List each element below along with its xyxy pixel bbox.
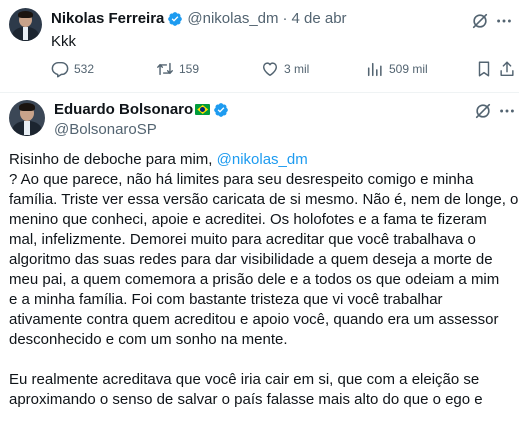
retweet-button[interactable]: 159 — [156, 60, 199, 78]
tweet-line: mal, infelizmente. Demorei muito para ac… — [9, 231, 476, 248]
tweet-line: desconhecido e com um sonho na mente. — [9, 331, 288, 348]
more-icon[interactable] — [495, 12, 513, 30]
tweet-date[interactable]: 4 de abr — [292, 10, 347, 27]
tweet-actions: 532 159 3 mil 509 mil — [51, 60, 514, 82]
tweet-line: aproximando o senso de salvar o país fal… — [9, 391, 483, 408]
retweet-count: 159 — [179, 62, 200, 76]
mention-link[interactable]: @nikolas_dm — [217, 151, 308, 168]
tweet-line: meu pai, a quem comemora a prisão dele e… — [9, 271, 500, 288]
reply-count: 532 — [74, 62, 95, 76]
display-name-main[interactable]: Eduardo Bolsonaro — [54, 101, 193, 118]
separator-dot: · — [282, 10, 288, 27]
like-icon — [262, 62, 278, 77]
like-count: 3 mil — [284, 62, 310, 76]
share-button[interactable] — [498, 60, 519, 78]
handle[interactable]: @nikolas_dm — [187, 10, 278, 27]
tweet-line: e a minha família. Foi com bastante tris… — [9, 291, 443, 308]
views-button[interactable]: 509 mil — [366, 60, 428, 78]
tweet-line: ? Ao que parece, não há limites para seu… — [9, 171, 474, 188]
views-count: 509 mil — [389, 62, 428, 76]
tweet-line: menino que conheci, apoie e acreditei. O… — [9, 211, 487, 228]
grok-icon[interactable] — [471, 12, 489, 30]
retweet-icon — [157, 62, 173, 76]
avatar-eduardo[interactable] — [9, 100, 45, 136]
tweet-body: Risinho de deboche para mim, @nikolas_dm… — [9, 150, 519, 410]
display-name[interactable]: Nikolas Ferreira — [51, 10, 164, 27]
tweet-line: ativamente contra quem acreditou e apoio… — [9, 311, 499, 328]
handle-main[interactable]: @BolsonaroSP — [54, 121, 157, 138]
reply-button[interactable]: 532 — [51, 60, 94, 78]
share-icon — [500, 61, 514, 77]
tweet-text: Kkk — [51, 33, 77, 50]
tweet-nikolas[interactable]: Nikolas Ferreira @nikolas_dm · 4 de abr … — [0, 0, 519, 93]
bookmark-icon — [478, 61, 490, 77]
tweet-line: Risinho de deboche para mim, @nikolas_dm — [9, 151, 308, 168]
verified-badge-icon — [214, 102, 229, 117]
bookmark-button[interactable] — [475, 60, 498, 78]
tweet-line: algoritmo das suas redes para dar visibi… — [9, 251, 493, 268]
tweet-line: Eu realmente acreditava que você iria ca… — [9, 371, 480, 388]
like-button[interactable]: 3 mil — [261, 60, 309, 78]
tweet-line: família. Triste ver essa versão caricata… — [9, 191, 519, 208]
views-icon — [367, 62, 382, 77]
verified-badge-icon — [168, 11, 183, 26]
brazil-flag-icon — [195, 104, 211, 115]
more-icon[interactable] — [498, 102, 516, 120]
reply-icon — [51, 61, 69, 78]
avatar-nikolas[interactable] — [9, 8, 42, 41]
grok-icon[interactable] — [474, 102, 492, 120]
tweet-header-main: Eduardo Bolsonaro — [54, 101, 229, 118]
tweet-header: Nikolas Ferreira @nikolas_dm · 4 de abr — [51, 10, 347, 27]
